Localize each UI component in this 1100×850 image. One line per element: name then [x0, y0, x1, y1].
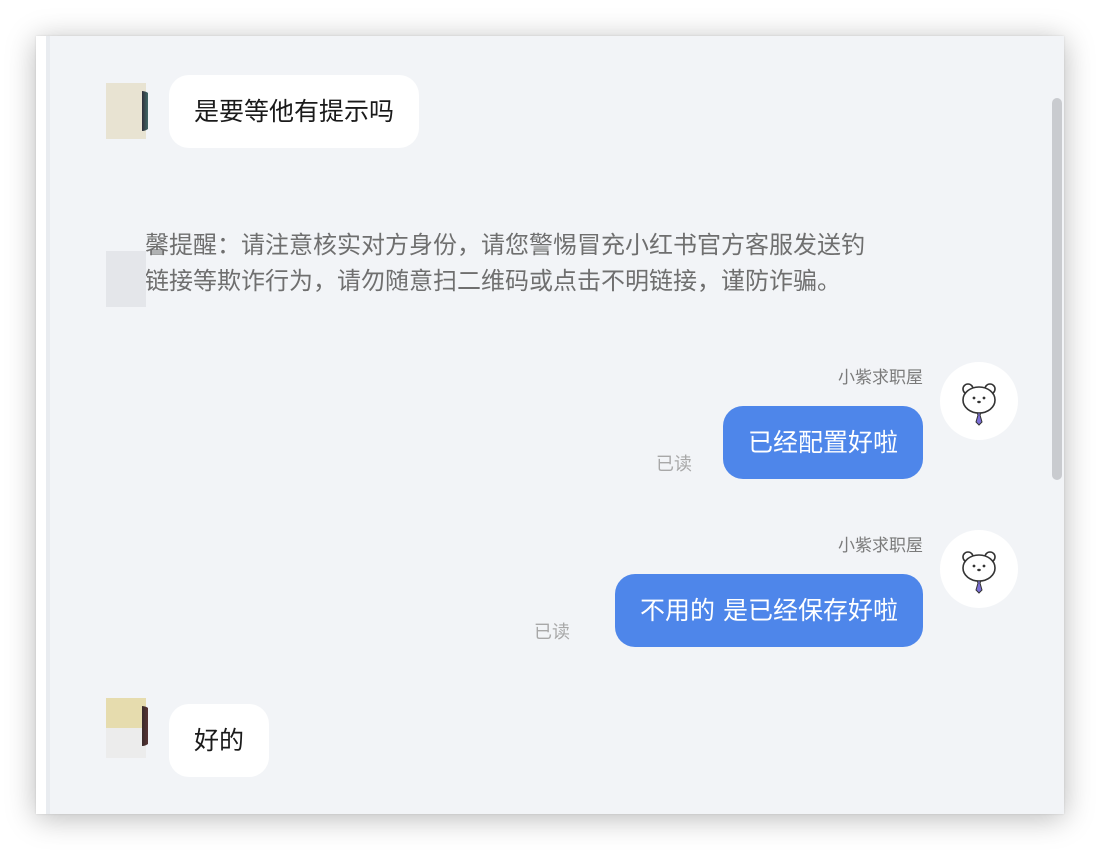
window-left-edge — [36, 36, 50, 814]
bear-with-tie-icon[interactable] — [940, 362, 1018, 440]
message-text: 已经配置好啦 — [747, 428, 898, 457]
security-notice-line-2: 链接等欺诈行为，请勿随意扫二维码或点击不明链接，谨防诈骗。 — [146, 267, 841, 295]
outgoing-message-bubble[interactable]: 不用的 是已经保存好啦 — [615, 574, 923, 647]
system-avatar — [106, 251, 148, 307]
security-notice: 馨提醒：请注意核实对方身份，请您警惕冒充小红书官方客服发送钓 链接等欺诈行为，请… — [146, 227, 1006, 299]
read-status: 已读 — [534, 622, 570, 643]
outgoing-message-bubble[interactable]: 已经配置好啦 — [722, 406, 923, 479]
peer-avatar[interactable] — [106, 83, 148, 139]
scrollbar-thumb[interactable] — [1052, 98, 1062, 480]
incoming-message-bubble[interactable]: 是要等他有提示吗 — [169, 75, 420, 148]
peer-avatar[interactable] — [106, 698, 148, 758]
message-text: 好的 — [194, 726, 245, 755]
sender-name: 小紫求职屋 — [838, 536, 923, 556]
message-text: 不用的 是已经保存好啦 — [640, 596, 898, 625]
message-text: 是要等他有提示吗 — [194, 97, 395, 126]
sender-name: 小紫求职屋 — [838, 368, 923, 388]
incoming-message-bubble[interactable]: 好的 — [169, 704, 270, 777]
chat-window: 是要等他有提示吗 馨提醒：请注意核实对方身份，请您警惕冒充小红书官方客服发送钓 … — [36, 36, 1064, 814]
security-notice-line-1: 馨提醒：请注意核实对方身份，请您警惕冒充小红书官方客服发送钓 — [146, 231, 865, 259]
bear-with-tie-icon[interactable] — [940, 530, 1018, 608]
read-status: 已读 — [656, 454, 692, 475]
